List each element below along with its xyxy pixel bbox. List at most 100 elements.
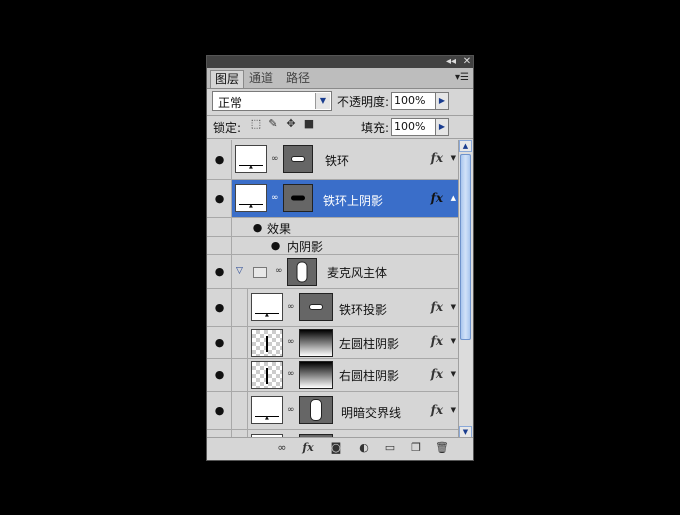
layer-name: 左圆柱阴影	[339, 337, 400, 351]
layer-row-tiehuan-touying[interactable]: ● ▲ ∞ 铁环投影 fx ▼	[207, 289, 459, 327]
layer-group-maikefeng-zhuti[interactable]: ● ▽ ∞ 麦克风主体	[207, 255, 459, 289]
panel-titlebar: ◂◂ ✕	[207, 56, 473, 68]
chevron-down-icon[interactable]: ▼	[315, 93, 330, 109]
eye-icon[interactable]: ●	[251, 222, 264, 233]
chain-link-icon[interactable]: ∞	[287, 302, 295, 312]
eye-icon[interactable]: ●	[213, 405, 226, 416]
fx-icon[interactable]: fx	[431, 151, 443, 165]
tab-channels[interactable]: 通道	[245, 70, 277, 87]
double-chevron-left-icon[interactable]: ◂◂	[445, 56, 457, 68]
mask-thumbnail	[299, 361, 333, 389]
collapse-triangle-icon[interactable]: ▲	[451, 194, 456, 202]
layer-thumbnail: ▲	[235, 184, 267, 212]
scroll-up-arrow-icon[interactable]: ▲	[459, 140, 472, 152]
chain-link-icon[interactable]: ∞	[275, 266, 283, 276]
mask-thumbnail	[283, 145, 313, 173]
fill-input[interactable]: 100%	[391, 118, 437, 136]
chain-link-icon[interactable]: ∞	[271, 154, 279, 164]
blend-opacity-row: 正常 ▼ 不透明度: 100% ▶	[207, 91, 473, 115]
layer-thumbnail: ▲	[251, 396, 283, 424]
blend-mode-value: 正常	[218, 96, 243, 110]
effects-label: 效果	[267, 222, 292, 236]
close-icon[interactable]: ✕	[461, 56, 473, 68]
layer-list-scrollbar[interactable]: ▲ ▼	[458, 140, 472, 438]
visibility-column: ●	[207, 359, 232, 391]
chain-link-icon[interactable]: ∞	[287, 405, 295, 415]
visibility-column: ●	[207, 140, 232, 179]
mask-thumbnail	[299, 329, 333, 357]
panel-bottom-toolbar: ∞ fx ◙ ◐ ▭ ❐ 🗑	[207, 437, 473, 460]
divider	[207, 138, 473, 139]
layer-row-mingan-jiaojiexian[interactable]: ● ▲ ∞ 明暗交界线 fx ▼	[207, 392, 459, 430]
layer-name: 铁环上阴影	[323, 194, 384, 208]
opacity-label: 不透明度:	[337, 95, 390, 109]
expand-triangle-icon[interactable]: ▼	[451, 370, 456, 378]
opacity-input[interactable]: 100%	[391, 92, 437, 110]
panel-menu-icon[interactable]: ▾☰	[455, 72, 469, 83]
opacity-slider-arrow-icon[interactable]: ▶	[435, 92, 449, 110]
adjustment-icon[interactable]: ◐	[357, 441, 371, 455]
effect-inner-shadow-row[interactable]: ● 内阴影	[207, 237, 459, 255]
chain-link-icon[interactable]: ∞	[287, 337, 295, 347]
fx-icon[interactable]: fx	[431, 191, 443, 205]
new-layer-icon[interactable]: ❐	[409, 441, 423, 455]
chain-link-icon[interactable]: ∞	[271, 193, 279, 203]
layer-thumbnail	[251, 329, 283, 357]
eye-icon[interactable]: ●	[213, 154, 226, 165]
eye-icon[interactable]: ●	[213, 302, 226, 313]
lock-transparent-icon[interactable]: ⬚	[250, 118, 262, 130]
layer-name: 铁环	[325, 154, 350, 168]
lock-brush-icon[interactable]: ✎	[267, 118, 279, 130]
layer-row-tiehuan-shangyinying[interactable]: ● ▲ ∞ 铁环上阴影 fx ▲	[207, 180, 459, 218]
effects-row[interactable]: ● 效果	[207, 218, 459, 237]
fx-icon[interactable]: fx	[431, 403, 443, 417]
chain-link-icon[interactable]: ∞	[287, 369, 295, 379]
fx-icon[interactable]: fx	[431, 334, 443, 348]
folder-icon	[253, 267, 267, 278]
tab-layers[interactable]: 图层	[210, 70, 245, 88]
layer-row-you-yuanzhu-yinying[interactable]: ● ∞ 右圆柱阴影 fx ▼	[207, 359, 459, 392]
scrollbar-thumb[interactable]	[460, 154, 471, 340]
layer-list: ● ▲ ∞ 铁环 fx ▼ ● ▲ ∞ 铁环上阴影 fx ▲ ● 效果 ● 内阴…	[207, 140, 459, 438]
lock-move-icon[interactable]: ✥	[285, 118, 297, 130]
lock-label: 锁定:	[213, 121, 242, 135]
layer-row-tiehuan[interactable]: ● ▲ ∞ 铁环 fx ▼	[207, 140, 459, 180]
tab-paths[interactable]: 路径	[282, 70, 314, 87]
fill-slider-arrow-icon[interactable]: ▶	[435, 118, 449, 136]
expand-triangle-icon[interactable]: ▼	[451, 337, 456, 345]
layer-name: 铁环投影	[339, 303, 388, 317]
eye-icon[interactable]: ●	[213, 193, 226, 204]
eye-icon[interactable]: ●	[213, 369, 226, 380]
fx-icon[interactable]: fx	[301, 441, 315, 455]
visibility-column	[207, 218, 232, 236]
layer-name: 右圆柱阴影	[339, 369, 400, 383]
layer-name: 明暗交界线	[341, 406, 402, 420]
group-indent	[232, 392, 248, 430]
group-indent	[232, 327, 248, 359]
eye-icon[interactable]: ●	[213, 266, 226, 277]
disclosure-triangle-icon[interactable]: ▽	[236, 266, 243, 276]
blend-mode-select[interactable]: 正常 ▼	[212, 91, 332, 111]
expand-triangle-icon[interactable]: ▼	[451, 303, 456, 311]
mask-thumbnail	[299, 293, 333, 321]
link-icon[interactable]: ∞	[275, 441, 289, 455]
expand-triangle-icon[interactable]: ▼	[451, 154, 456, 162]
visibility-column: ●	[207, 255, 232, 288]
mask-thumbnail	[299, 396, 333, 424]
eye-icon[interactable]: ●	[269, 240, 282, 251]
eye-icon[interactable]: ●	[213, 337, 226, 348]
expand-triangle-icon[interactable]: ▼	[451, 406, 456, 414]
layer-row-zuo-yuanzhu-yinying[interactable]: ● ∞ 左圆柱阴影 fx ▼	[207, 327, 459, 359]
fx-icon[interactable]: fx	[431, 367, 443, 381]
folder-icon[interactable]: ▭	[383, 441, 397, 455]
mask-thumbnail	[287, 258, 317, 286]
visibility-column: ●	[207, 392, 232, 429]
layer-thumbnail: ▲	[235, 145, 267, 173]
fx-icon[interactable]: fx	[431, 300, 443, 314]
lock-all-icon[interactable]: ■	[303, 118, 315, 130]
visibility-column: ●	[207, 289, 232, 326]
trash-icon[interactable]: 🗑	[435, 441, 449, 455]
effect-name: 内阴影	[287, 240, 324, 254]
mask-icon[interactable]: ◙	[329, 441, 343, 455]
visibility-column	[207, 237, 232, 254]
